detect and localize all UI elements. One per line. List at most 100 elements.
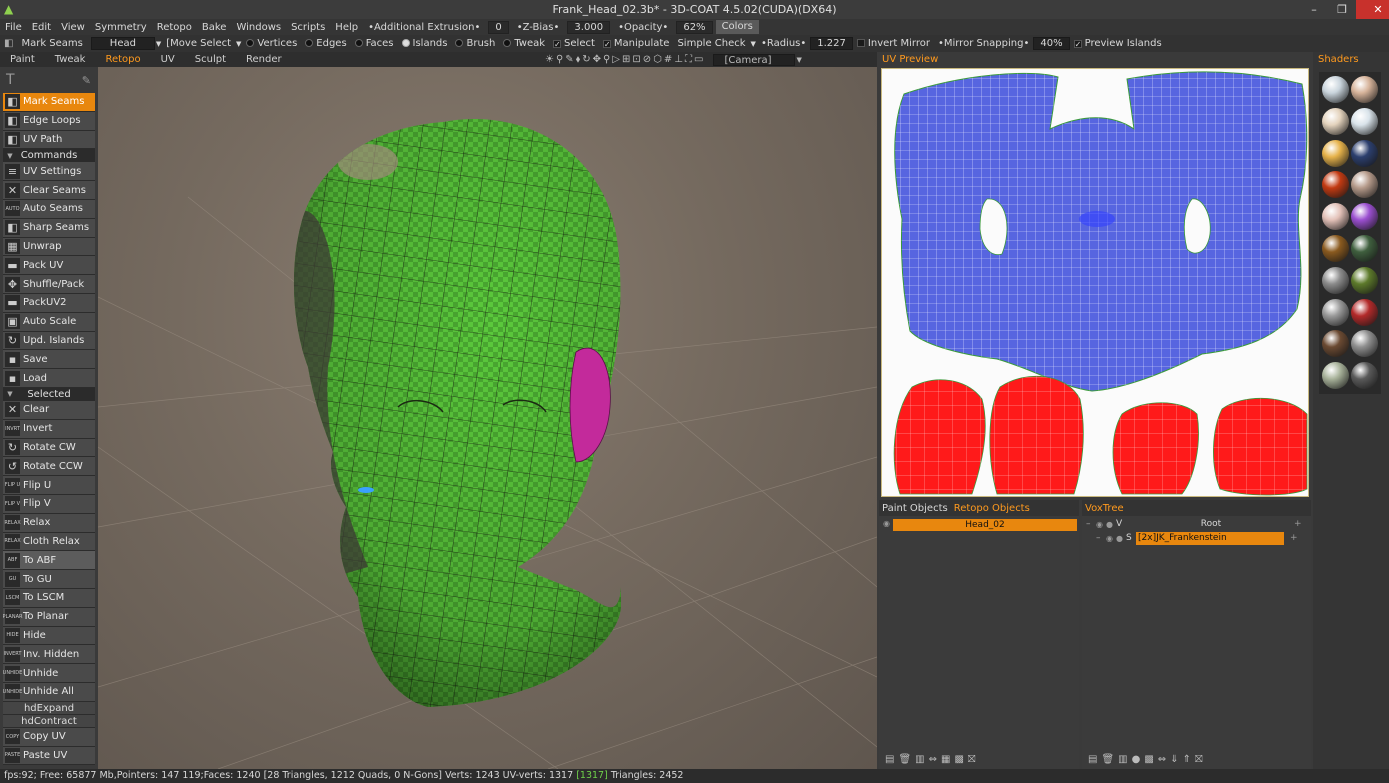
menu-retopo[interactable]: Retopo: [152, 22, 197, 33]
paste-uv-button[interactable]: PASTE Paste UV: [3, 746, 95, 766]
radius-input[interactable]: 1.227: [810, 37, 853, 50]
room-sculpt[interactable]: Sculpt: [185, 54, 236, 65]
shader-sphere[interactable]: [1351, 171, 1378, 199]
move-icon[interactable]: ⇔: [1158, 754, 1166, 765]
minimize-button[interactable]: –: [1300, 0, 1328, 19]
bake-icon[interactable]: ▩: [954, 754, 963, 765]
collapse-icon[interactable]: –: [1096, 532, 1106, 545]
edge-loops-button[interactable]: ◧ Edge Loops: [3, 111, 95, 131]
cube-icon[interactable]: ⬡: [653, 54, 662, 65]
packuv2-button[interactable]: ▬ PackUV2: [3, 293, 95, 313]
uv-path-button[interactable]: ◧ UV Path: [3, 130, 95, 150]
grid-icon[interactable]: ▦: [941, 754, 950, 765]
unwrap-button[interactable]: ▦ Unwrap: [3, 237, 95, 257]
copy-uv-button[interactable]: COPY Copy UV: [3, 727, 95, 747]
text-tool-icon[interactable]: T ✎: [0, 67, 97, 93]
fit-icon[interactable]: ⊡: [632, 54, 640, 65]
delete-icon[interactable]: 🗑: [898, 754, 911, 765]
add-icon[interactable]: +: [1294, 518, 1306, 531]
voxtree-root-row[interactable]: – ◉ ● V Root +: [1086, 518, 1306, 531]
retopo-object-row[interactable]: Head_02: [893, 519, 1077, 531]
shader-sphere[interactable]: [1322, 107, 1349, 135]
menu-file[interactable]: File: [0, 22, 27, 33]
cloth-relax-button[interactable]: RELAX Cloth Relax: [3, 532, 95, 552]
menu-scripts[interactable]: Scripts: [286, 22, 330, 33]
sphere-icon[interactable]: ●: [1132, 754, 1141, 765]
light-icon[interactable]: ⚲: [556, 54, 563, 65]
export-icon[interactable]: ⇑: [1183, 754, 1191, 765]
close-button[interactable]: ✕: [1356, 0, 1389, 19]
frame-icon[interactable]: ⊞: [622, 54, 630, 65]
unhide-button[interactable]: UNHIDE Unhide: [3, 664, 95, 683]
pan-icon[interactable]: ✥: [593, 54, 601, 65]
preview-islands-checkbox[interactable]: Preview Islands: [1070, 38, 1166, 49]
hide-button[interactable]: HIDE Hide: [3, 626, 95, 646]
settings-icon[interactable]: ⛝: [1195, 754, 1203, 765]
faces-radio[interactable]: Faces: [351, 38, 398, 49]
to-abf-button[interactable]: ABF To ABF: [3, 551, 95, 571]
shader-sphere[interactable]: [1351, 107, 1378, 135]
shader-sphere[interactable]: [1351, 266, 1378, 294]
shader-sphere[interactable]: [1322, 76, 1349, 103]
load-button[interactable]: ▪ Load: [3, 369, 95, 388]
no-icon[interactable]: ⊘: [643, 54, 651, 65]
shader-sphere[interactable]: [1351, 234, 1378, 262]
invert-mirror-checkbox[interactable]: Invert Mirror: [853, 38, 934, 49]
manipulate-checkbox[interactable]: Manipulate: [599, 38, 674, 49]
mirror-snapping-input[interactable]: 40%: [1033, 37, 1070, 50]
axis-icon[interactable]: ⊥: [674, 54, 683, 65]
vertices-radio[interactable]: Vertices: [242, 38, 301, 49]
restore-button[interactable]: ❐: [1328, 0, 1356, 19]
menu-view[interactable]: View: [56, 22, 90, 33]
menu-windows[interactable]: Windows: [231, 22, 286, 33]
sharp-seams-button[interactable]: ◧ Sharp Seams: [3, 218, 95, 238]
ghost-icon[interactable]: ●: [1116, 532, 1126, 545]
3d-viewport[interactable]: [98, 67, 877, 769]
menu-bake[interactable]: Bake: [197, 22, 232, 33]
play-icon[interactable]: ▷: [612, 54, 620, 65]
shader-sphere[interactable]: [1351, 76, 1378, 103]
collapse-icon[interactable]: –: [1086, 518, 1096, 531]
clear-seams-button[interactable]: ✕ Clear Seams: [3, 181, 95, 200]
shader-sphere[interactable]: [1322, 234, 1349, 262]
move-icon[interactable]: ⇔: [929, 754, 937, 765]
shader-sphere[interactable]: [1351, 362, 1378, 390]
object-select[interactable]: Head: [90, 37, 155, 50]
uv-settings-button[interactable]: ≡ UV Settings: [3, 162, 95, 182]
save-icon[interactable]: ▩: [1144, 754, 1153, 765]
uv-island-ear-1[interactable]: [893, 379, 986, 495]
to-gu-button[interactable]: GU To GU: [3, 570, 95, 589]
tweak-radio[interactable]: Tweak: [499, 38, 549, 49]
room-paint[interactable]: Paint: [0, 54, 45, 65]
relax-button[interactable]: RELAX Relax: [3, 513, 95, 533]
delete-icon[interactable]: 🗑: [1101, 754, 1114, 765]
uv-island-ear-2[interactable]: [989, 375, 1084, 495]
shader-sphere[interactable]: [1322, 330, 1349, 358]
select-checkbox[interactable]: Select: [549, 38, 599, 49]
chevron-down-icon[interactable]: ▼: [155, 40, 162, 48]
shuffle-pack-button[interactable]: ✥ Shuffle/Pack: [3, 275, 95, 294]
room-render[interactable]: Render: [236, 54, 292, 65]
visibility-icon[interactable]: ◉: [1096, 518, 1106, 531]
pack-uv-button[interactable]: ▬ Pack UV: [3, 256, 95, 276]
additional-extrusion-input[interactable]: 0: [488, 20, 509, 34]
zbias-input[interactable]: 3.000: [567, 20, 611, 34]
colors-button[interactable]: Colors: [715, 20, 759, 34]
shader-sphere[interactable]: [1322, 203, 1349, 231]
chevron-down-icon[interactable]: ▼: [235, 40, 242, 48]
room-tweak[interactable]: Tweak: [45, 54, 96, 65]
menu-edit[interactable]: Edit: [27, 22, 56, 33]
hd-contract-button[interactable]: hdContract: [3, 714, 95, 728]
brush-radio[interactable]: Brush: [451, 38, 499, 49]
room-uv[interactable]: UV: [151, 54, 185, 65]
rotate-cw-button[interactable]: ↻ Rotate CW: [3, 438, 95, 458]
shader-sphere[interactable]: [1322, 139, 1349, 167]
commands-section-header[interactable]: ▼ Commands: [3, 149, 95, 163]
new-layer-icon[interactable]: ▤: [1088, 754, 1097, 765]
uv-island-ear-4[interactable]: [1213, 397, 1308, 496]
camera-dropdown[interactable]: [Camera]: [713, 53, 795, 66]
clear-button[interactable]: ✕ Clear: [3, 400, 95, 420]
uv-canvas[interactable]: [881, 68, 1309, 497]
shader-sphere[interactable]: [1322, 362, 1349, 390]
opacity-input[interactable]: 62%: [676, 20, 713, 34]
